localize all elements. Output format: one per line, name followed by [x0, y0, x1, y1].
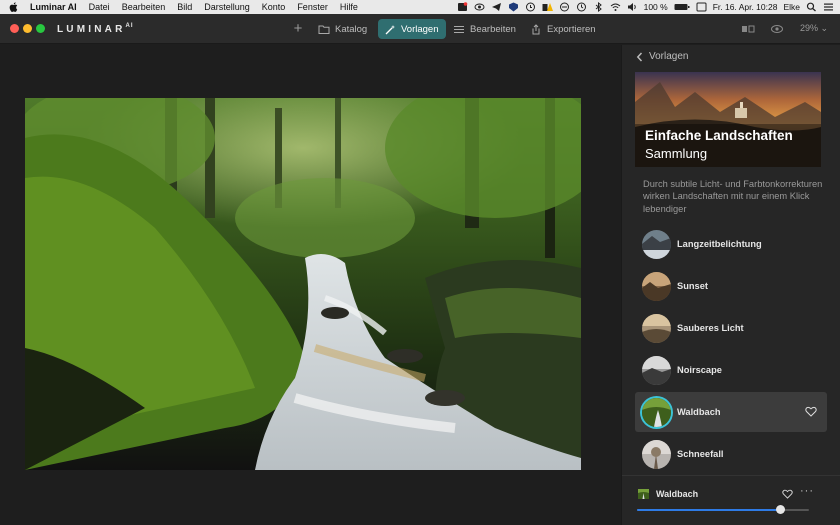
- tab-bearbeiten[interactable]: Bearbeiten: [448, 19, 521, 39]
- share-icon: [532, 23, 540, 34]
- preview-eye-icon[interactable]: [770, 23, 784, 35]
- preset-label: Sunset: [677, 281, 708, 291]
- tab-katalog-label: Katalog: [335, 23, 368, 35]
- notification-app-icon[interactable]: [457, 2, 468, 12]
- bluetooth-icon[interactable]: [593, 2, 604, 12]
- preset-sauberes-licht[interactable]: Sauberes Licht: [635, 308, 827, 348]
- preset-amount-slider[interactable]: [637, 505, 809, 514]
- preset-label: Schneefall: [677, 449, 724, 459]
- preset-sunset[interactable]: Sunset: [635, 266, 827, 306]
- tab-vorlagen-label: Vorlagen: [401, 23, 439, 35]
- menu-app-luminar[interactable]: Luminar AI: [30, 2, 77, 12]
- input-source-icon[interactable]: [696, 2, 707, 12]
- eye-app-icon[interactable]: [474, 2, 485, 12]
- add-photos-button[interactable]: +: [290, 20, 306, 38]
- preset-label: Noirscape: [677, 365, 722, 375]
- wifi-icon[interactable]: [610, 2, 621, 12]
- window-zoom-button[interactable]: [36, 24, 45, 33]
- favorite-heart-icon[interactable]: [805, 406, 817, 417]
- preset-langzeitbelichtung[interactable]: Langzeitbelichtung: [635, 224, 827, 264]
- collection-description: Durch subtile Licht- und Farbtonkorrektu…: [643, 179, 823, 214]
- warning-app-icon[interactable]: [542, 2, 553, 12]
- collection-hero-card: Einfache Landschaften Sammlung: [635, 72, 821, 167]
- preset-thumbnail: [642, 397, 671, 427]
- collection-title: Einfache Landschaften: [645, 128, 793, 143]
- menu-konto[interactable]: Konto: [262, 2, 286, 12]
- image-canvas[interactable]: [0, 45, 620, 525]
- luminar-logo: LUMINARAI: [57, 23, 134, 35]
- menu-darstellung[interactable]: Darstellung: [204, 2, 250, 12]
- tab-exportieren[interactable]: Exportieren: [525, 19, 601, 39]
- timer-icon[interactable]: [525, 2, 536, 12]
- preset-thumbnail: [642, 271, 671, 301]
- window-minimize-button[interactable]: [23, 24, 32, 33]
- menu-bearbeiten[interactable]: Bearbeiten: [122, 2, 166, 12]
- zoom-level-dropdown[interactable]: 29% ⌄: [800, 23, 828, 34]
- footer-favorite-heart-icon[interactable]: [782, 489, 793, 499]
- preset-thumbnail: [642, 229, 671, 259]
- menu-bar-clock[interactable]: Fr. 16. Apr. 10:28: [713, 2, 778, 12]
- shield-app-icon[interactable]: [508, 2, 519, 12]
- preset-label: Waldbach: [677, 407, 721, 417]
- tab-bearbeiten-label: Bearbeiten: [470, 23, 516, 35]
- apple-menu-icon[interactable]: [8, 1, 20, 13]
- magic-wand-icon: [385, 24, 395, 34]
- tab-katalog[interactable]: Katalog: [313, 19, 372, 39]
- presets-panel: Vorlagen Einfache Landschaften Sammlung …: [621, 45, 840, 525]
- active-preset-name: Waldbach: [656, 489, 699, 499]
- chevron-left-icon: [636, 51, 643, 62]
- volume-icon[interactable]: [627, 2, 638, 12]
- folder-icon: [318, 25, 330, 34]
- menu-bar-status-area: 100 % Fr. 16. Apr. 10:28 Elke: [457, 0, 834, 14]
- app-toolbar: LUMINARAI + Katalog Vorlagen Bearbeiten …: [0, 14, 840, 44]
- preset-label: Sauberes Licht: [677, 323, 744, 333]
- telegram-icon[interactable]: [491, 2, 502, 12]
- collection-subtitle: Sammlung: [645, 146, 708, 161]
- menu-datei[interactable]: Datei: [89, 2, 110, 12]
- battery-percentage: 100 %: [643, 2, 668, 12]
- back-label: Vorlagen: [649, 51, 689, 62]
- more-options-button[interactable]: ···: [800, 485, 814, 497]
- spotlight-search-icon[interactable]: [806, 2, 817, 12]
- menu-hilfe[interactable]: Hilfe: [340, 2, 358, 12]
- adjustments-icon: [454, 25, 464, 33]
- battery-icon[interactable]: [674, 2, 690, 12]
- tab-vorlagen[interactable]: Vorlagen: [378, 19, 446, 39]
- preset-thumbnail: [642, 439, 671, 469]
- panel-divider: [622, 475, 840, 476]
- edited-photo-forest-stream[interactable]: [25, 98, 581, 470]
- menu-fenster[interactable]: Fenster: [297, 2, 328, 12]
- preset-schneefall[interactable]: Schneefall: [635, 434, 827, 474]
- menu-bild[interactable]: Bild: [177, 2, 192, 12]
- slider-fill: [637, 509, 780, 511]
- vpn-icon[interactable]: [559, 2, 570, 12]
- tab-exportieren-label: Exportieren: [547, 23, 596, 35]
- active-preset-thumbnail-icon: [638, 489, 649, 499]
- preset-thumbnail: [642, 355, 671, 385]
- window-close-button[interactable]: [10, 24, 19, 33]
- back-to-vorlagen-button[interactable]: Vorlagen: [636, 51, 688, 62]
- preset-label: Langzeitbelichtung: [677, 239, 762, 249]
- preset-noirscape[interactable]: Noirscape: [635, 350, 827, 390]
- compare-view-icon[interactable]: [741, 23, 755, 35]
- preset-thumbnail: [642, 313, 671, 343]
- control-center-icon[interactable]: [823, 2, 834, 12]
- time-machine-icon[interactable]: [576, 2, 587, 12]
- menu-bar-user[interactable]: Elke: [783, 2, 800, 12]
- macos-menu-bar: Luminar AI Datei Bearbeiten Bild Darstel…: [0, 0, 840, 14]
- slider-knob[interactable]: [775, 505, 785, 514]
- preset-waldbach[interactable]: Waldbach: [635, 392, 827, 432]
